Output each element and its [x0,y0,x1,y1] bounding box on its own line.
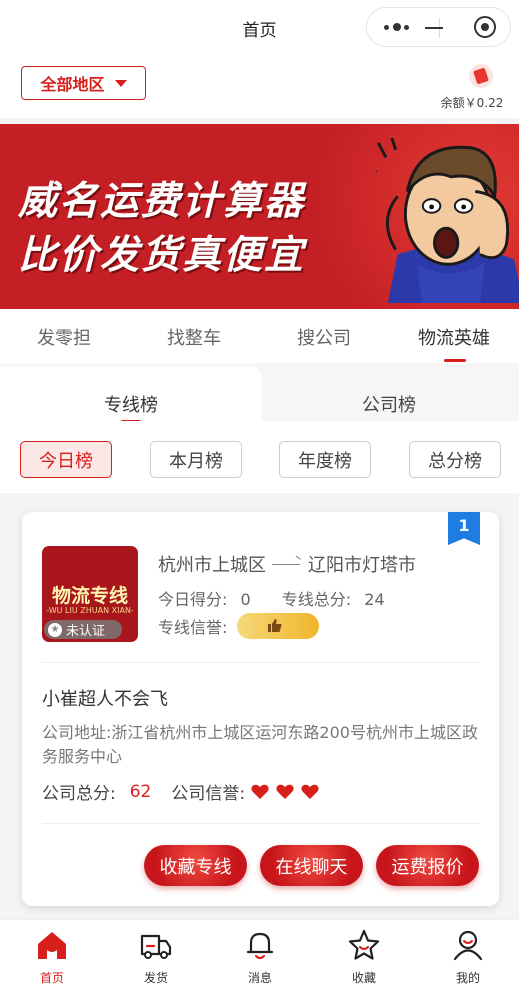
ranking-card[interactable]: 1 物流专线 -WU LIU ZHUAN XIAN- ★ 未认证 杭州市上城区 … [22,512,499,906]
verify-status: 未认证 [66,624,106,639]
nav-home[interactable]: 首页 [22,928,82,986]
period-filter: 今日榜 本月榜 年度榜 总分榜 [0,421,519,493]
chip-year[interactable]: 年度榜 [279,441,371,478]
logo-subtitle: -WU LIU ZHUAN XIAN- [46,606,134,615]
chip-month[interactable]: 本月榜 [150,441,242,478]
subtab-company-ranking[interactable]: 公司榜 [362,391,416,417]
card-divider [42,662,480,663]
region-select-button[interactable]: 全部地区 [21,66,146,100]
more-dots-icon[interactable] [384,21,410,33]
minimize-icon[interactable] [415,12,465,42]
balance-text: 余额￥0.22 [440,96,504,110]
nav-profile-label: 我的 [455,971,480,985]
arrow-right-icon [272,558,302,570]
freight-quote-button[interactable]: 运费报价 [376,845,479,886]
logo-title: 物流专线 [51,585,128,607]
company-total-label: 公司总分: [42,784,116,804]
red-packet-icon [469,64,493,88]
nav-messages-label: 消息 [247,971,272,985]
nav-messages[interactable]: 消息 [230,928,290,986]
user-icon [453,930,483,961]
truck-icon [140,934,172,959]
company-total-value: 62 [129,781,152,802]
route-from: 杭州市上城区 [158,555,266,576]
chip-today[interactable]: 今日榜 [20,441,112,478]
route-to: 辽阳市灯塔市 [308,555,416,576]
ranking-subtabs: 专线榜 公司榜 [0,363,519,423]
today-score-label: 今日得分: [158,590,228,609]
route: 杭州市上城区 辽阳市灯塔市 [158,551,416,577]
today-score-value: 0 [240,590,251,609]
tab-active-indicator [444,359,466,362]
nav-ship[interactable]: 发货 [126,928,186,986]
credit-hearts [251,784,326,800]
line-credit: 专线信誉: [158,613,320,639]
tab-company-search[interactable]: 搜公司 [297,324,351,350]
nav-favorites[interactable]: 收藏 [334,928,394,986]
heart-icon [276,784,294,800]
heart-icon [301,784,319,800]
nav-profile[interactable]: 我的 [438,928,498,986]
company-name: 小崔超人不会飞 [42,689,168,710]
favorite-line-button[interactable]: 收藏专线 [144,845,247,886]
caret-down-icon [114,79,127,87]
nav-ship-label: 发货 [143,971,168,985]
bell-icon [246,932,274,960]
online-chat-button[interactable]: 在线聊天 [260,845,363,886]
bottom-nav: 首页 发货 消息 收藏 我的 [0,919,519,989]
promo-banner[interactable]: 威名运费计算器 比价发货真便宜 [0,124,519,309]
star-icon [348,929,380,960]
banner-line-1: 威名运费计算器 [18,179,306,224]
credit-thumb-badge [237,613,320,639]
title-bar: 首页 [0,0,519,56]
thumbs-up-icon [268,619,282,632]
header-bar: 全部地区 余额￥0.22 [0,56,519,118]
chip-total[interactable]: 总分榜 [409,441,501,478]
subtab-line-label: 专线榜 [104,395,158,416]
tab-logistics-heroes[interactable]: 物流英雄 [418,324,490,350]
tab-ltl[interactable]: 发零担 [37,324,91,350]
line-total-value: 24 [364,590,385,609]
home-icon [38,932,66,959]
line-total-label: 专线总分: [281,590,352,609]
company-score: 公司总分: 62 公司信誉: [42,779,326,804]
star-badge-icon: ★ [48,622,62,637]
region-label: 全部地区 [40,75,105,94]
company-logo: 物流专线 -WU LIU ZHUAN XIAN- ★ 未认证 [42,546,138,642]
home-page: 首页 全部地区 余额￥0.22 威名运费计算器 比价发货真便宜 发零担 找整车 … [0,0,519,989]
company-address: 公司地址:浙江省杭州市上城区运河东路200号杭州市上城区政务服务中心 [42,721,482,769]
rank-badge: 1 [448,512,480,545]
heart-icon [251,784,269,800]
tab-ftl[interactable]: 找整车 [167,324,221,350]
line-stats: 今日得分: 0 专线总分: 24 [158,586,385,610]
line-credit-label: 专线信誉: [158,618,228,637]
card-divider [42,823,480,824]
verify-badge: ★ 未认证 [44,620,122,639]
main-tabs: 发零担 找整车 搜公司 物流英雄 [0,309,519,363]
close-target-icon[interactable] [474,16,496,38]
banner-line-2: 比价发货真便宜 [18,233,306,278]
nav-home-label: 首页 [39,971,64,985]
wallet[interactable]: 余额￥0.22 [434,62,510,112]
company-credit-label: 公司信誉: [171,784,246,804]
nav-favorites-label: 收藏 [351,971,376,985]
subtab-line-ranking[interactable]: 专线榜 [0,367,262,423]
address-label: 公司地址: [42,723,112,742]
miniprogram-capsule [366,7,511,47]
shocked-man-illustration [376,138,519,303]
